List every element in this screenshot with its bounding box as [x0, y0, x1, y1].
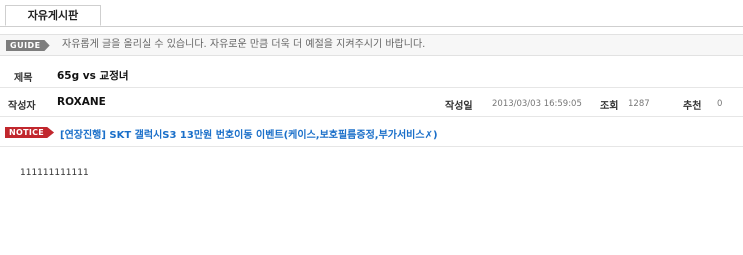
guide-text: 자유롭게 글을 올리실 수 있습니다. 자유로운 만큼 더욱 더 예절을 지켜주… — [62, 39, 426, 50]
title-row: 제목 65g vs 교정녀 — [0, 62, 743, 88]
post-date: 2013/03/03 16:59:05 — [492, 99, 582, 109]
post-content: 111111111111 — [20, 168, 89, 178]
title-label: 제목 — [14, 73, 33, 84]
date-label: 작성일 — [445, 101, 473, 112]
recommend-count: 0 — [717, 99, 723, 109]
meta-row: 작성자 ROXANE 작성일 2013/03/03 16:59:05 조회 12… — [0, 90, 743, 117]
views-count: 1287 — [628, 99, 650, 109]
recommend-label: 추천 — [683, 101, 702, 112]
author-name[interactable]: ROXANE — [57, 96, 106, 108]
author-label: 작성자 — [8, 101, 36, 112]
guide-bar: GUIDE 자유롭게 글을 올리실 수 있습니다. 자유로운 만큼 더욱 더 예… — [0, 34, 743, 56]
notice-link[interactable]: [연장진행] SKT 갤럭시S3 13만원 번호이동 이벤트(케이스,보호필름증… — [60, 126, 438, 141]
notice-badge: NOTICE — [5, 127, 55, 138]
tab-bar: 자유게시판 — [0, 0, 743, 27]
post-title: 65g vs 교정녀 — [57, 70, 129, 82]
views-label: 조회 — [600, 101, 619, 112]
tab-free-board[interactable]: 자유게시판 — [5, 5, 101, 26]
notice-divider — [0, 146, 743, 147]
tab-underline — [0, 26, 743, 27]
guide-badge: GUIDE — [6, 40, 50, 51]
